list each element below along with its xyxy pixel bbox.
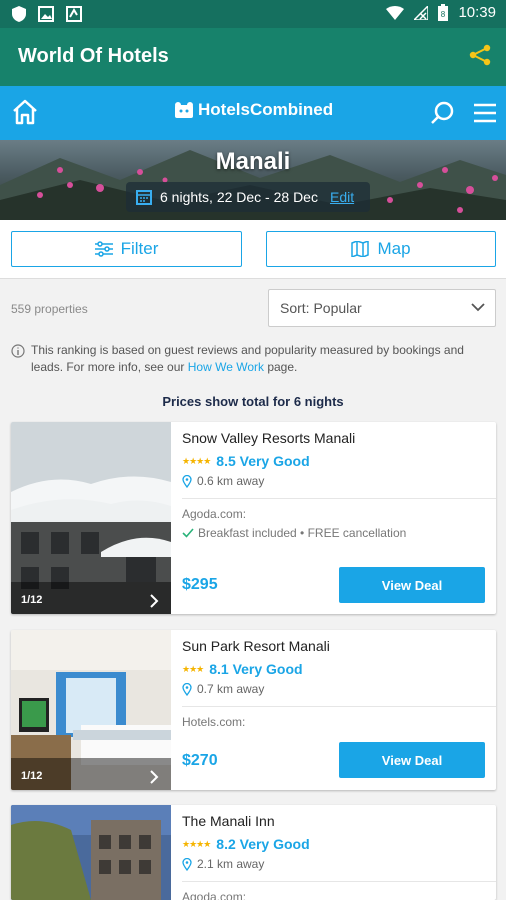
review-score: 8.1 Very Good — [209, 661, 303, 677]
deal-provider: Agoda.com: — [182, 507, 247, 521]
share-icon[interactable] — [468, 43, 492, 67]
destination-city: Manali — [215, 148, 291, 175]
distance-text: 0.7 km away — [197, 682, 265, 696]
photo-counter: 1/12 — [21, 770, 43, 782]
hotel-distance: 2.1 km away — [182, 857, 264, 871]
how-we-work-link[interactable]: How We Work — [188, 360, 264, 374]
image-icon — [38, 6, 54, 22]
review-score: 8.2 Very Good — [216, 836, 310, 852]
filter-map-bar: Filter Map — [0, 220, 506, 279]
info-icon — [11, 344, 25, 358]
hotel-rating: ★★★★ 8.2 Very Good — [182, 836, 310, 852]
hotel-rating: ★★★ 8.1 Very Good — [182, 661, 303, 677]
status-bar: 8 10:39 — [0, 0, 506, 28]
deal-provider: Hotels.com: — [182, 715, 246, 729]
sliders-icon — [94, 241, 113, 257]
hotel-photo-image — [11, 805, 171, 900]
app-title: World Of Hotels — [18, 45, 169, 67]
hotel-card[interactable]: 1/12 Snow Valley Resorts Manali ★★★★ 8.5… — [11, 422, 496, 614]
home-icon[interactable] — [10, 97, 40, 127]
search-icon[interactable] — [430, 100, 456, 126]
star-rating: ★★★ — [182, 663, 204, 674]
hotel-photo[interactable] — [11, 805, 171, 900]
logo-hotels: Hotels — [198, 100, 250, 119]
filter-button[interactable]: Filter — [11, 231, 242, 267]
destination-banner: Manali 6 nights, 22 Dec - 28 Dec Edit — [0, 140, 506, 220]
hotel-photo-image — [11, 422, 171, 614]
distance-text: 2.1 km away — [197, 857, 265, 871]
map-icon — [351, 241, 370, 257]
map-button[interactable]: Map — [266, 231, 496, 267]
hotel-distance: 0.6 km away — [182, 474, 264, 488]
chevron-right-icon[interactable] — [149, 594, 159, 608]
hotel-name[interactable]: Sun Park Resort Manali — [182, 638, 330, 654]
calendar-icon — [136, 190, 152, 205]
deal-provider: Agoda.com: — [182, 890, 247, 900]
view-deal-button[interactable]: View Deal — [339, 742, 485, 778]
prices-note: Prices show total for 6 nights — [162, 394, 344, 409]
wifi-icon — [386, 5, 405, 20]
property-count: 559 properties — [11, 302, 88, 316]
logo-combined: Combined — [249, 100, 334, 119]
deal-price: $270 — [182, 752, 218, 769]
photo-counter: 1/12 — [21, 594, 43, 606]
app-bar: World Of Hotels — [0, 28, 506, 86]
deal-perks: Breakfast included • FREE cancellation — [182, 526, 406, 540]
view-deal-button[interactable]: View Deal — [339, 567, 485, 603]
date-range: 6 nights, 22 Dec - 28 Dec — [160, 189, 318, 205]
filter-label: Filter — [120, 239, 159, 258]
shield-icon — [12, 6, 26, 22]
deal-price: $295 — [182, 576, 218, 593]
check-icon — [182, 528, 194, 538]
review-score: 8.5 Very Good — [216, 453, 310, 469]
date-selector[interactable]: 6 nights, 22 Dec - 28 Dec Edit — [126, 182, 370, 212]
battery-icon: 8 — [438, 4, 449, 21]
distance-text: 0.6 km away — [197, 474, 265, 488]
chevron-right-icon[interactable] — [149, 770, 159, 784]
map-label: Map — [377, 239, 411, 258]
chevron-down-icon — [471, 303, 485, 312]
hotel-card[interactable]: The Manali Inn ★★★★ 8.2 Very Good 2.1 km… — [11, 805, 496, 900]
location-pin-icon — [182, 474, 192, 488]
location-pin-icon — [182, 682, 192, 696]
hotel-distance: 0.7 km away — [182, 682, 264, 696]
hotel-photo-image — [11, 630, 171, 790]
menu-icon[interactable] — [474, 103, 496, 123]
ranking-disclaimer: This ranking is based on guest reviews a… — [11, 342, 481, 376]
divider — [182, 706, 496, 707]
hotel-photo[interactable]: 1/12 — [11, 630, 171, 790]
hotelscombined-logo[interactable]: HotelsCombined — [174, 100, 333, 120]
location-pin-icon — [182, 857, 192, 871]
hotel-card[interactable]: 1/12 Sun Park Resort Manali ★★★ 8.1 Very… — [11, 630, 496, 790]
divider — [182, 881, 496, 882]
hotel-name[interactable]: The Manali Inn — [182, 813, 275, 829]
ranking-suffix: page. — [264, 360, 298, 374]
hotel-name[interactable]: Snow Valley Resorts Manali — [182, 430, 355, 446]
no-signal-icon — [414, 5, 429, 20]
hotel-photo[interactable]: 1/12 — [11, 422, 171, 614]
status-time: 10:39 — [458, 4, 496, 21]
star-rating: ★★★★ — [182, 838, 211, 849]
edit-dates-link[interactable]: Edit — [330, 189, 354, 205]
hotel-rating: ★★★★ 8.5 Very Good — [182, 453, 310, 469]
bear-logo-icon — [175, 102, 193, 118]
sort-dropdown[interactable]: Sort: Popular — [268, 289, 496, 327]
sort-label: Sort: Popular — [280, 300, 362, 316]
news-icon — [66, 6, 82, 22]
svg-text:8: 8 — [441, 10, 446, 19]
perks-text: Breakfast included • FREE cancellation — [198, 526, 407, 540]
site-header: HotelsCombined — [0, 86, 506, 140]
divider — [182, 498, 496, 499]
star-rating: ★★★★ — [182, 455, 211, 466]
